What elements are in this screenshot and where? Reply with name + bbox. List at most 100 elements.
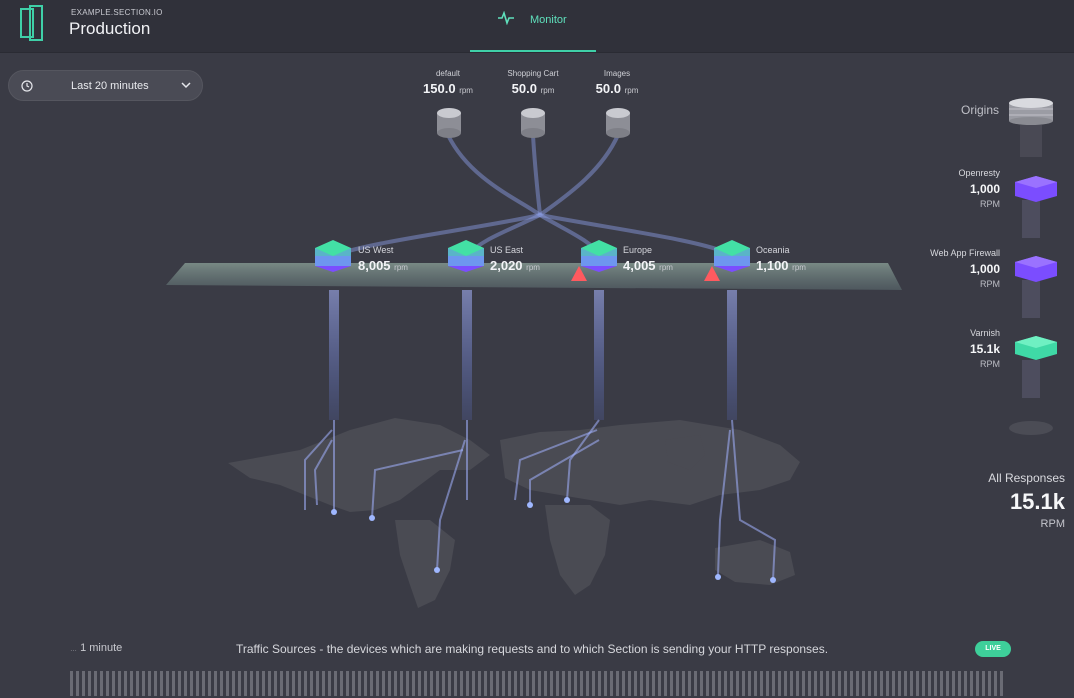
timeline-tick <box>310 671 313 696</box>
timeline-tick <box>418 671 421 696</box>
timeline-tick <box>148 671 151 696</box>
timeline-tick <box>274 671 277 696</box>
timeline-tick <box>826 671 829 696</box>
timeline-tick <box>178 671 181 696</box>
timeline-tick <box>136 671 139 696</box>
timeline-tick <box>202 671 205 696</box>
live-badge[interactable]: LIVE <box>975 641 1011 657</box>
timeline-tick <box>934 671 937 696</box>
interval-marker: … <box>70 646 77 653</box>
timeline-tick <box>154 671 157 696</box>
time-range-select[interactable]: Last 20 minutes <box>8 70 203 101</box>
timeline-tick <box>604 671 607 696</box>
timeline-tick <box>676 671 679 696</box>
timeline-tick <box>448 671 451 696</box>
timeline-tick <box>280 671 283 696</box>
timeline-tick <box>838 671 841 696</box>
timeline-scrubber[interactable] <box>70 671 1010 696</box>
chevron-down-icon <box>181 82 191 89</box>
timeline-tick <box>292 671 295 696</box>
origin-unit: rpm <box>540 86 555 95</box>
origin-flows <box>334 134 734 257</box>
origin-cylinders <box>437 108 630 138</box>
section-logo-icon[interactable] <box>20 5 44 41</box>
legend-web-app-firewall[interactable]: Web App Firewall 1,000 RPM <box>930 248 1000 289</box>
timeline-tick <box>622 671 625 696</box>
timeline-tick <box>172 671 175 696</box>
timeline-tick <box>724 671 727 696</box>
tab-monitor[interactable]: Monitor <box>470 0 596 52</box>
timeline-tick <box>598 671 601 696</box>
timeline-tick <box>742 671 745 696</box>
legend-openresty[interactable]: Openresty 1,000 RPM <box>958 168 1000 209</box>
region-rpm: 1,100 <box>756 258 789 273</box>
timeline-tick <box>946 671 949 696</box>
timeline-tick <box>880 671 883 696</box>
origin-name: Images <box>603 69 631 78</box>
timeline-tick <box>88 671 91 696</box>
origin-shopping-cart[interactable]: Shopping Cart 50.0 rpm <box>488 69 578 96</box>
legend-value: 15.1k <box>969 342 1000 356</box>
timeline-tick <box>772 671 775 696</box>
all-responses-unit: RPM <box>1040 518 1065 530</box>
timeline-tick <box>406 671 409 696</box>
timeline-tick <box>496 671 499 696</box>
timeline-tick <box>160 671 163 696</box>
timeline-tick <box>748 671 751 696</box>
timeline-tick <box>520 671 523 696</box>
origin-images[interactable]: Images 50.0 rpm <box>572 69 662 96</box>
legend-varnish[interactable]: Varnish 15.1k RPM <box>970 328 1000 369</box>
timeline-tick <box>286 671 289 696</box>
timeline-tick <box>220 671 223 696</box>
timeline-tick <box>100 671 103 696</box>
region-unit: rpm <box>792 263 806 272</box>
interval-label: … 1 minute <box>70 642 122 654</box>
timeline-tick <box>706 671 709 696</box>
timeline-tick <box>226 671 229 696</box>
timeline-tick <box>316 671 319 696</box>
pulse-icon <box>498 11 514 25</box>
timeline-tick <box>988 671 991 696</box>
timeline-tick <box>232 671 235 696</box>
timeline-tick <box>568 671 571 696</box>
top-bar: EXAMPLE.SECTION.IO Production Monitor <box>0 0 1074 53</box>
legend-stack <box>1009 98 1057 435</box>
legend-value: 1,000 <box>969 182 1000 196</box>
timeline-tick <box>892 671 895 696</box>
timeline-tick <box>640 671 643 696</box>
timeline-tick <box>388 671 391 696</box>
region-rpm: 4,005 <box>623 258 656 273</box>
timeline-tick <box>910 671 913 696</box>
region-unit: rpm <box>526 263 540 272</box>
timeline-tick <box>670 671 673 696</box>
timeline-tick <box>862 671 865 696</box>
timeline-tick <box>478 671 481 696</box>
origin-rpm: 50.0 <box>595 81 621 96</box>
timeline-tick <box>340 671 343 696</box>
timeline-tick <box>832 671 835 696</box>
tab-monitor-label: Monitor <box>530 14 567 26</box>
timeline-tick <box>472 671 475 696</box>
origin-default[interactable]: default 150.0 rpm <box>403 69 493 96</box>
timeline-tick <box>124 671 127 696</box>
timeline-tick <box>610 671 613 696</box>
timeline-tick <box>688 671 691 696</box>
region-rpm: 2,020 <box>490 258 523 273</box>
timeline-tick <box>718 671 721 696</box>
legend-value: 1,000 <box>969 262 1000 276</box>
environment-title[interactable]: Production <box>69 19 150 39</box>
timeline-tick <box>784 671 787 696</box>
timeline-tick <box>466 671 469 696</box>
timeline-tick <box>76 671 79 696</box>
timeline-tick <box>886 671 889 696</box>
timeline-tick <box>208 671 211 696</box>
timeline-tick <box>928 671 931 696</box>
timeline-tick <box>238 671 241 696</box>
timeline-tick <box>508 671 511 696</box>
time-range-value: Last 20 minutes <box>71 80 149 92</box>
timeline-tick <box>412 671 415 696</box>
legend-origins-label: Origins <box>961 103 1000 117</box>
timeline-tick <box>778 671 781 696</box>
origin-unit: rpm <box>624 86 639 95</box>
region-beams <box>329 290 737 420</box>
